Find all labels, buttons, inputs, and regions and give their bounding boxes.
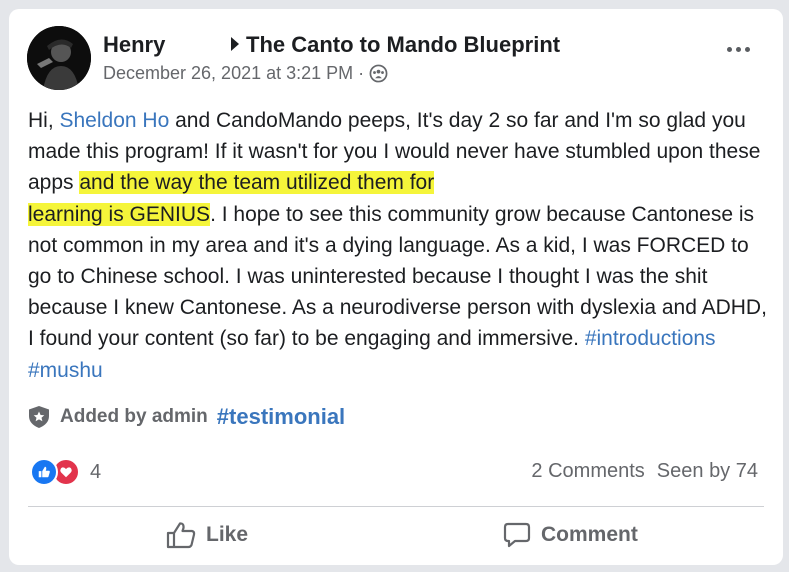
author-name[interactable]: Henry (103, 32, 165, 58)
topic-hashtag[interactable]: #testimonial (217, 404, 345, 430)
avatar-photo (27, 26, 91, 90)
avatar[interactable] (27, 26, 91, 90)
post-stats: 2 Comments Seen by 74 (531, 460, 758, 483)
like-reaction-icon (30, 458, 58, 486)
reaction-count: 4 (90, 460, 102, 483)
highlighted-text-1: and the way the team utilized them for (79, 171, 435, 195)
like-label: Like (206, 523, 249, 546)
thumbs-up-icon (166, 522, 196, 549)
group-name[interactable]: The Canto to Mando Blueprint (246, 32, 560, 58)
post-card: Henry The Canto to Mando Blueprint Decem… (9, 9, 783, 565)
comments-count[interactable]: 2 Comments (531, 460, 644, 483)
post-meta: December 26, 2021 at 3:21 PM · (103, 63, 388, 84)
group-audience-icon (369, 64, 388, 83)
comment-bubble-icon (503, 522, 531, 548)
added-by-admin: Added by admin #testimonial (28, 404, 345, 430)
seen-by-count[interactable]: Seen by 74 (657, 460, 758, 483)
post-body: Hi, Sheldon Ho and CandoMando peeps, It'… (28, 105, 768, 386)
mention-link[interactable]: Sheldon Ho (60, 109, 170, 132)
comment-button[interactable]: Comment (503, 521, 638, 549)
comment-label: Comment (541, 523, 638, 546)
hashtag-mushu[interactable]: #mushu (28, 359, 103, 382)
meta-separator: · (358, 63, 365, 83)
post-timestamp[interactable]: December 26, 2021 at 3:21 PM (103, 63, 353, 84)
actions-divider (28, 506, 764, 507)
highlighted-text-2: learning is GENIUS (28, 202, 211, 226)
admin-shield-icon (29, 406, 49, 428)
like-button[interactable]: Like (166, 521, 248, 549)
more-options-icon[interactable] (727, 47, 750, 52)
hashtag-introductions[interactable]: #introductions (585, 327, 716, 350)
added-by-label: Added by admin (60, 406, 208, 427)
reactions-summary[interactable]: 4 (30, 458, 101, 486)
body-greeting: Hi, (28, 109, 60, 132)
group-arrow-icon (231, 37, 239, 51)
